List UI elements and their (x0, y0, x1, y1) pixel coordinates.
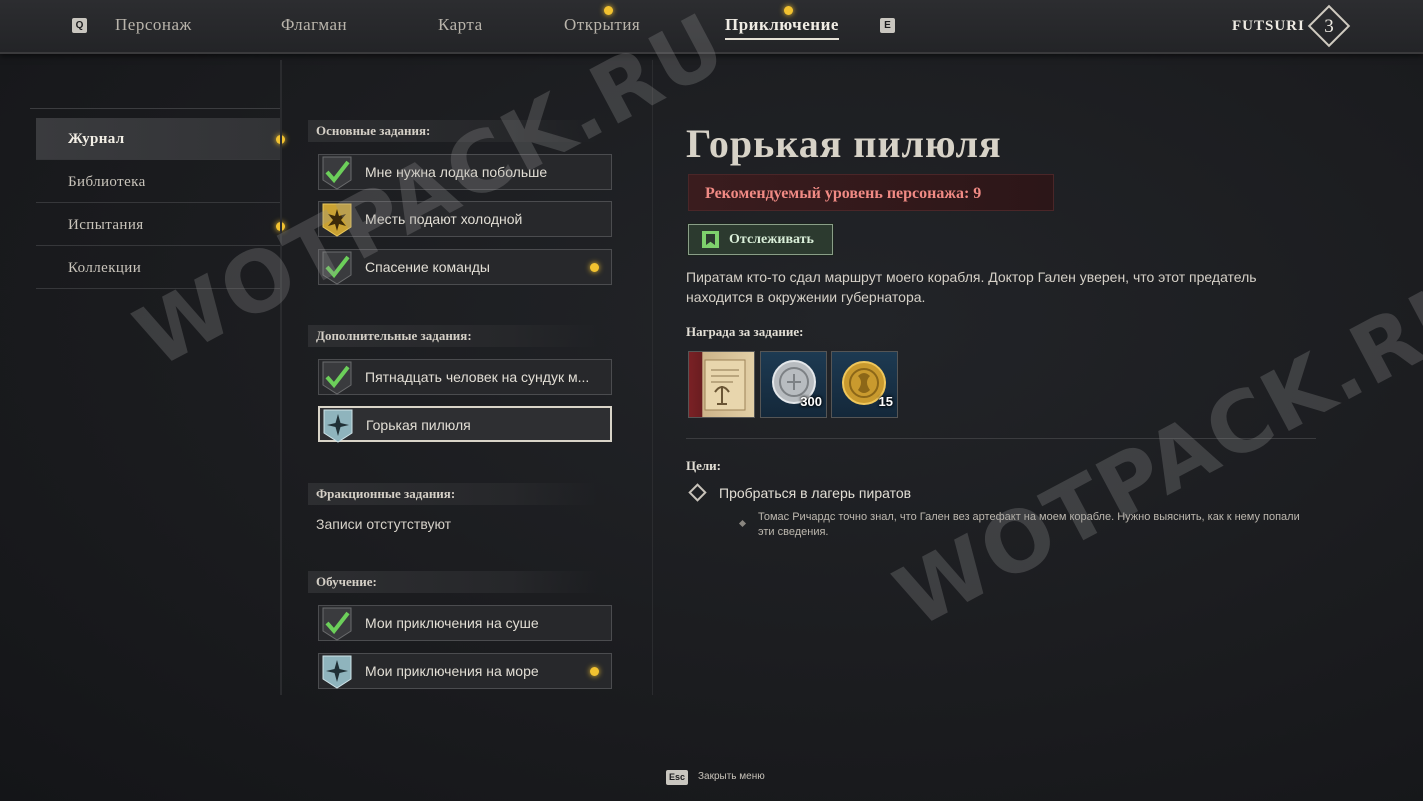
quest-description: Пиратам кто-то сдал маршрут моего корабл… (686, 269, 1257, 305)
sidebar-item-challenges[interactable]: Испытания (36, 204, 280, 246)
e-key-hint[interactable]: E (880, 18, 895, 33)
detail-divider (686, 438, 1316, 439)
tab-map[interactable]: Карта (438, 15, 483, 35)
quest-label: Горькая пилюля (366, 417, 471, 433)
goal-text: Пробраться в лагерь пиратов (719, 485, 912, 501)
tab-adventure[interactable]: Приключение (725, 15, 839, 40)
quest-item[interactable]: Мои приключения на суше (318, 605, 612, 641)
document-icon (704, 359, 746, 411)
quest-item[interactable]: Мои приключения на море (318, 653, 612, 689)
faction-quests-heading: Фракционные задания: (308, 483, 598, 505)
quest-notification-dot (590, 263, 599, 272)
sidebar-item-library[interactable]: Библиотека (36, 161, 280, 203)
sidebar-item-label: Журнал (68, 131, 125, 147)
sidebar-item-label: Коллекции (68, 260, 142, 276)
track-button-label: Отслеживать (729, 232, 814, 247)
reward-quantity: 300 (800, 394, 822, 409)
bookmark-icon (702, 231, 719, 248)
faction-empty-text: Записи отстутствуют (316, 516, 452, 532)
tab-discoveries[interactable]: Открытия (564, 15, 640, 35)
reward-quantity: 15 (878, 394, 893, 409)
side-quests-heading: Дополнительные задания: (308, 325, 598, 347)
watermark: WOTPACK.RU (880, 254, 1423, 647)
training-heading: Обучение: (308, 571, 598, 593)
completed-check-icon (322, 361, 352, 395)
column-divider (652, 60, 653, 695)
active-quest-star-icon (322, 655, 352, 689)
track-quest-button[interactable]: Отслеживать (687, 223, 834, 256)
tab-flagship[interactable]: Флагман (281, 15, 347, 35)
active-quest-star-icon (323, 409, 353, 443)
completed-check-icon (322, 156, 352, 190)
sidebar-divider (280, 60, 282, 695)
quest-item-selected[interactable]: Горькая пилюля (318, 406, 612, 443)
adventure-notification-dot (784, 6, 793, 15)
goal-note-bullet (738, 519, 747, 528)
recommended-level-banner: Рекомендуемый уровень персонажа: 9 (688, 174, 1054, 211)
quest-label: Мне нужна лодка побольше (365, 164, 548, 180)
completed-check-icon (322, 607, 352, 641)
completed-check-icon (322, 251, 352, 285)
quest-item[interactable]: Спасение команды (318, 249, 612, 285)
sidebar-item-label: Испытания (68, 217, 144, 233)
quest-label: Мои приключения на море (365, 663, 539, 679)
goals-heading: Цели: (686, 458, 721, 473)
tab-character[interactable]: Персонаж (115, 15, 192, 35)
discoveries-notification-dot (604, 6, 613, 15)
sidebar-item-journal[interactable]: Журнал (36, 118, 280, 160)
quest-label: Месть подают холодной (365, 211, 523, 227)
sidebar-item-collections[interactable]: Коллекции (36, 247, 280, 289)
main-quests-heading: Основные задания: (308, 120, 598, 142)
sidebar-item-label: Библиотека (68, 174, 146, 190)
close-menu-label: Закрыть меню (698, 771, 765, 782)
main-quest-gold-icon (322, 203, 352, 237)
goal-diamond-icon (688, 483, 707, 502)
esc-key-hint[interactable]: Esc (666, 770, 688, 785)
quest-item[interactable]: Мне нужна лодка побольше (318, 154, 612, 190)
quest-title: Горькая пилюля (686, 121, 1002, 166)
quest-label: Мои приключения на суше (365, 615, 539, 631)
reward-document[interactable] (688, 351, 755, 418)
q-key-hint[interactable]: Q (72, 18, 87, 33)
reward-heading: Награда за задание: (686, 324, 804, 339)
quest-item[interactable]: Пятнадцать человек на сундук м... (318, 359, 612, 395)
quest-label: Спасение команды (365, 259, 490, 275)
top-nav-bar: Q Персонаж Флагман Карта Открытия Приклю… (0, 0, 1423, 54)
reward-gold[interactable]: 15 (831, 351, 898, 418)
player-name: FUTSURI (1232, 18, 1305, 34)
sidebar-top-divider (30, 108, 280, 109)
quest-notification-dot (590, 667, 599, 676)
player-level: 3 (1324, 16, 1334, 37)
quest-label: Пятнадцать человек на сундук м... (365, 369, 590, 385)
goal-note: Томас Ричардс точно знал, что Гален вез … (758, 511, 1300, 538)
reward-silver[interactable]: 300 (760, 351, 827, 418)
quest-item[interactable]: Месть подают холодной (318, 201, 612, 237)
